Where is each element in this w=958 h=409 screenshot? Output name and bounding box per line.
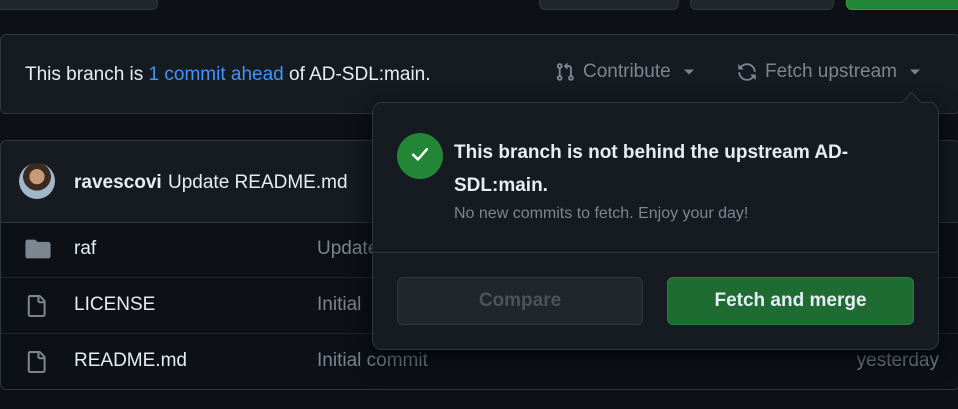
folder-icon — [25, 238, 51, 265]
contribute-button[interactable]: Contribute — [555, 61, 695, 83]
chevron-down-icon — [909, 68, 921, 76]
popover-subtitle: No new commits to fetch. Enjoy your day! — [454, 205, 749, 222]
file-icon — [25, 294, 47, 323]
avatar[interactable] — [19, 163, 55, 199]
fetch-upstream-label: Fetch upstream — [765, 61, 897, 82]
file-name[interactable]: raf — [74, 238, 96, 260]
fetch-upstream-popover: This branch is not behind the upstream A… — [372, 91, 939, 350]
file-commit-message[interactable]: Initial commit — [317, 350, 428, 372]
popover-title: This branch is not behind the upstream A… — [454, 142, 849, 196]
file-commit-message[interactable]: Update — [317, 238, 378, 260]
contribute-label: Contribute — [583, 61, 671, 82]
file-date: yesterday — [856, 350, 939, 371]
branch-status-text: This branch is 1 commit ahead of AD-SDL:… — [25, 64, 431, 86]
repo-page: This branch is 1 commit ahead of AD-SDL:… — [0, 0, 958, 409]
chevron-down-icon — [683, 68, 695, 76]
success-badge — [397, 133, 443, 179]
compare-button[interactable]: Compare — [397, 277, 643, 325]
branch-status-suffix: of AD-SDL:main. — [283, 64, 431, 85]
commit-author[interactable]: ravescovi — [74, 172, 162, 194]
git-pull-request-icon — [555, 62, 575, 82]
top-button-middle[interactable] — [539, 0, 679, 10]
sync-icon — [737, 62, 757, 82]
code-button[interactable] — [846, 0, 958, 10]
branch-status-prefix: This branch is — [25, 64, 149, 85]
fetch-and-merge-button[interactable]: Fetch and merge — [667, 277, 914, 325]
commits-ahead-link[interactable]: 1 commit ahead — [149, 64, 284, 85]
file-name[interactable]: README.md — [74, 350, 187, 372]
top-button-left[interactable] — [0, 0, 158, 10]
divider — [373, 252, 938, 253]
check-icon — [409, 143, 431, 170]
top-button-right[interactable] — [690, 0, 834, 10]
file-name[interactable]: LICENSE — [74, 294, 155, 316]
file-icon — [25, 350, 47, 379]
fetch-upstream-button[interactable]: Fetch upstream — [737, 61, 921, 83]
file-commit-message[interactable]: Initial — [317, 294, 361, 316]
commit-message[interactable]: Update README.md — [168, 172, 348, 194]
